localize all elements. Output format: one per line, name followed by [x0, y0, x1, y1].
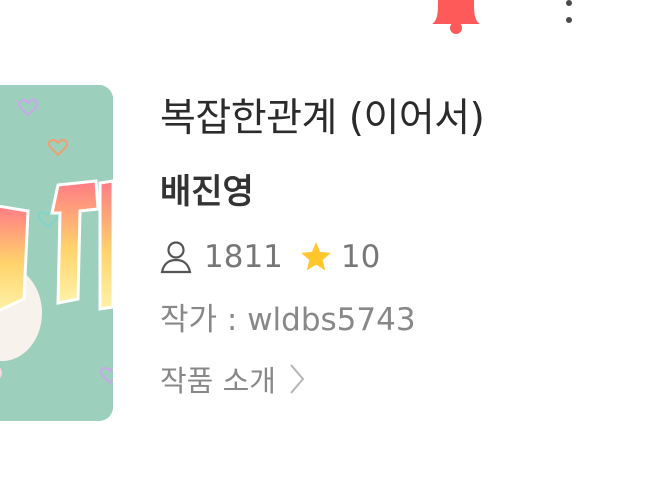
- rating-value: 10: [340, 239, 381, 275]
- novel-stats: 1811 10: [158, 232, 380, 282]
- cover-image[interactable]: [0, 85, 113, 421]
- author-name: 배진영: [160, 172, 254, 212]
- user-icon: [160, 241, 192, 274]
- writer-info: 작가 : wldbs5743: [160, 302, 416, 338]
- novel-detail-screen: 복잡한관계 (이어서) 배진영 1811 10 작가 : wldbs5743 작…: [0, 0, 653, 490]
- more-vertical-icon[interactable]: [556, 0, 584, 30]
- star-icon: [301, 242, 331, 271]
- novel-title: 복잡한관계 (이어서): [160, 96, 485, 141]
- intro-label: 작품 소개: [160, 364, 276, 398]
- intro-link[interactable]: 작품 소개: [160, 355, 306, 403]
- chevron-right-icon: [290, 364, 305, 394]
- views-count: 1811: [204, 239, 283, 275]
- bell-icon[interactable]: [424, 0, 488, 36]
